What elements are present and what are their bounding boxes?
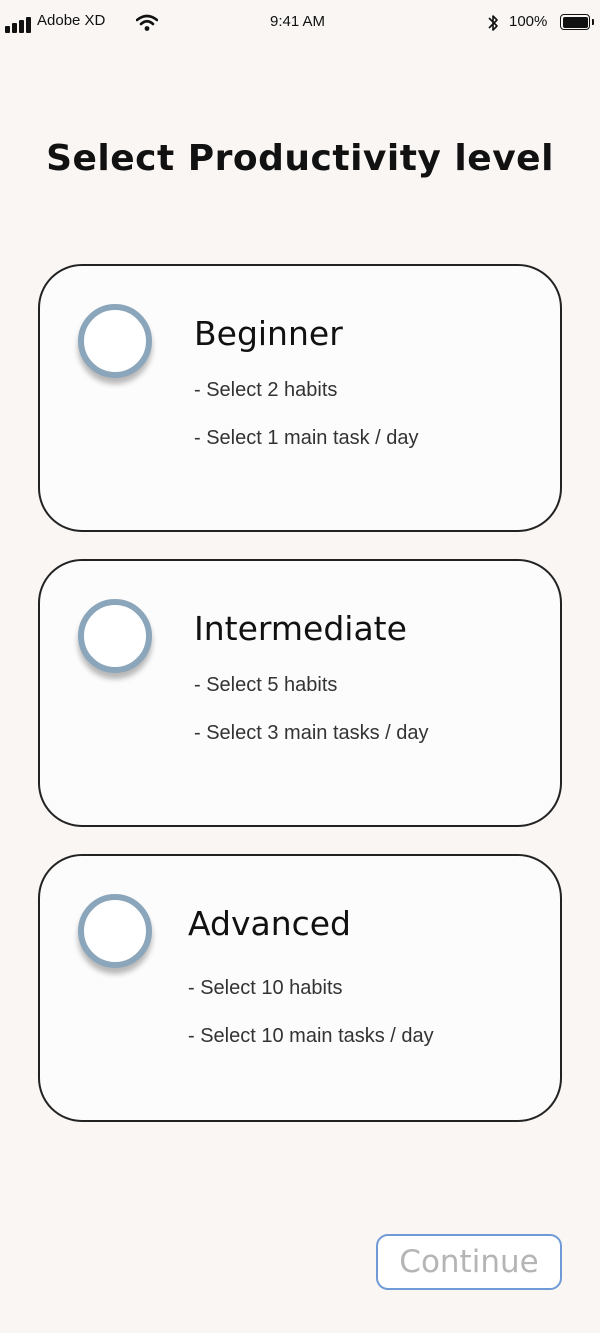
bluetooth-icon	[486, 13, 500, 37]
carrier-label: Adobe XD	[37, 12, 106, 29]
level-card-beginner[interactable]: Beginner - Select 2 habits - Select 1 ma…	[38, 264, 562, 532]
level-name: Beginner	[194, 314, 343, 353]
level-card-intermediate[interactable]: Intermediate - Select 5 habits - Select …	[38, 559, 562, 827]
level-name: Advanced	[188, 904, 352, 943]
status-bar: Adobe XD 9:41 AM 100%	[0, 0, 600, 44]
wifi-icon	[135, 14, 159, 36]
clock-time: 9:41 AM	[270, 13, 326, 30]
level-detail-tasks: - Select 3 main tasks / day	[194, 722, 429, 744]
level-detail-tasks: - Select 10 main tasks / day	[188, 1025, 434, 1047]
level-detail-habits: - Select 10 habits	[188, 977, 343, 999]
level-detail-habits: - Select 5 habits	[194, 674, 338, 696]
signal-bars-icon	[5, 15, 33, 33]
radio-unselected-icon[interactable]	[78, 599, 152, 673]
battery-icon	[560, 14, 590, 30]
level-detail-habits: - Select 2 habits	[194, 379, 338, 401]
radio-unselected-icon[interactable]	[78, 894, 152, 968]
battery-cap	[592, 19, 594, 25]
level-card-advanced[interactable]: Advanced - Select 10 habits - Select 10 …	[38, 854, 562, 1122]
battery-percentage: 100%	[509, 13, 548, 30]
level-detail-tasks: - Select 1 main task / day	[194, 427, 419, 449]
radio-unselected-icon[interactable]	[78, 304, 152, 378]
page-title: Select Productivity level	[46, 138, 554, 179]
continue-button[interactable]: Continue	[376, 1234, 562, 1290]
level-name: Intermediate	[194, 609, 407, 648]
